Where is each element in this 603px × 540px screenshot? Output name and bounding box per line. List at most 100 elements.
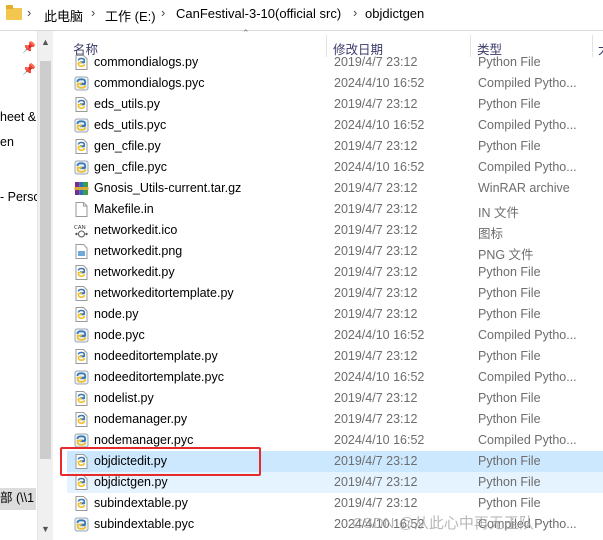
file-date: 2019/4/7 23:12 (334, 244, 418, 258)
ico-file-icon: CAN (74, 223, 89, 238)
file-name: nodelist.py (94, 391, 154, 405)
python-file-icon (74, 286, 89, 301)
file-name: nodeeditortemplate.pyc (94, 370, 224, 384)
file-date: 2024/4/10 16:52 (334, 370, 425, 384)
file-date: 2019/4/7 23:12 (334, 97, 418, 111)
file-type: Compiled Pytho... (478, 328, 577, 342)
file-type: Python File (478, 454, 541, 468)
file-row[interactable]: nodelist.py 2019/4/7 23:12 Python File (67, 388, 603, 409)
file-row[interactable]: node.pyc 2024/4/10 16:52 Compiled Pytho... (67, 325, 603, 346)
breadcrumb-drive[interactable]: 工作 (E:) (105, 6, 156, 25)
sort-ascending-icon: ⌃ (242, 28, 250, 38)
file-name: nodemanager.py (94, 412, 188, 426)
file-row[interactable]: eds_utils.py 2019/4/7 23:12 Python File (67, 94, 603, 115)
file-name: nodeeditortemplate.py (94, 349, 218, 363)
file-date: 2019/4/7 23:12 (334, 454, 418, 468)
python-file-icon (74, 475, 89, 490)
file-date: 2024/4/10 16:52 (334, 160, 425, 174)
file-date: 2024/4/10 16:52 (334, 118, 425, 132)
file-name: commondialogs.pyc (94, 76, 205, 90)
file-type: Compiled Pytho... (478, 118, 577, 132)
file-name: eds_utils.py (94, 97, 161, 111)
python-file-icon (74, 139, 89, 154)
file-name: networkedit.py (94, 265, 175, 279)
file-row[interactable]: networkedit.py 2019/4/7 23:12 Python File (67, 262, 603, 283)
file-date: 2019/4/7 23:12 (334, 412, 418, 426)
file-row[interactable]: Makefile.in 2019/4/7 23:12 IN 文件 (67, 199, 603, 220)
nav-scrollbar[interactable]: ▲ ▼ (37, 31, 53, 540)
compiled-python-icon (74, 517, 89, 532)
nav-item[interactable]: en (0, 135, 14, 149)
file-row[interactable]: CAN networkedit.ico 2019/4/7 23:12 图标 (67, 220, 603, 241)
file-name: nodemanager.pyc (94, 433, 194, 447)
nav-item[interactable]: - Perso (0, 190, 40, 204)
compiled-python-icon (74, 370, 89, 385)
file-name: networkedit.png (94, 244, 183, 258)
file-type: WinRAR archive (478, 181, 570, 195)
file-date: 2019/4/7 23:12 (334, 202, 418, 216)
compiled-python-icon (74, 160, 89, 175)
file-type: Python File (478, 412, 541, 426)
file-name: subindextable.pyc (94, 517, 195, 531)
file-type: Python File (478, 97, 541, 111)
file-type: Python File (478, 475, 541, 489)
file-type: Python File (478, 286, 541, 300)
file-date: 2019/4/7 23:12 (334, 496, 418, 510)
file-row[interactable]: nodeeditortemplate.py 2019/4/7 23:12 Pytho… (67, 346, 603, 367)
file-name: Gnosis_Utils-current.tar.gz (94, 181, 242, 195)
scroll-down-icon[interactable]: ▼ (41, 524, 50, 534)
breadcrumb-separator-icon: › (353, 5, 358, 20)
file-date: 2019/4/7 23:12 (334, 475, 418, 489)
file-name: objdictgen.py (94, 475, 168, 489)
pin-icon[interactable]: 📌 (22, 63, 36, 76)
breadcrumb-separator-icon: › (91, 5, 96, 20)
file-row[interactable]: gen_cfile.pyc 2024/4/10 16:52 Compiled Pyt… (67, 157, 603, 178)
file-type: Compiled Pytho... (478, 160, 577, 174)
file-type: IN 文件 (478, 206, 519, 220)
file-row[interactable]: node.py 2019/4/7 23:12 Python File (67, 304, 603, 325)
pin-icon[interactable]: 📌 (22, 41, 36, 54)
file-type: Compiled Pytho... (478, 433, 577, 447)
file-row[interactable]: Gnosis_Utils-current.tar.gz 2019/4/7 23:1… (67, 178, 603, 199)
watermark: CSDN @从此心中再无玉队 (352, 515, 534, 532)
scroll-up-icon[interactable]: ▲ (41, 37, 50, 47)
python-file-icon (74, 97, 89, 112)
python-file-icon (74, 349, 89, 364)
file-row[interactable]: commondialogs.pyc 2024/4/10 16:52 Compiled… (67, 73, 603, 94)
breadcrumb-objdictgen[interactable]: objdictgen (365, 6, 424, 21)
nav-item[interactable]: heet & (0, 110, 36, 124)
python-file-icon (74, 391, 89, 406)
file-row[interactable]: nodemanager.py 2019/4/7 23:12 Python File (67, 409, 603, 430)
file-name: subindextable.py (94, 496, 188, 510)
winrar-archive-icon (74, 181, 89, 196)
compiled-python-icon (74, 328, 89, 343)
file-date: 2019/4/7 23:12 (334, 265, 418, 279)
svg-text:CAN: CAN (74, 225, 86, 231)
file-row[interactable]: eds_utils.pyc 2024/4/10 16:52 Compiled Pyt… (67, 115, 603, 136)
file-row[interactable]: nodeeditortemplate.pyc 2024/4/10 16:52 Com… (67, 367, 603, 388)
file-type: Compiled Pytho... (478, 76, 577, 90)
file-type: Python File (478, 391, 541, 405)
file-date: 2019/4/7 23:12 (334, 181, 418, 195)
file-name: Makefile.in (94, 202, 154, 216)
python-file-icon (74, 265, 89, 280)
file-date: 2024/4/10 16:52 (334, 328, 425, 342)
breadcrumb-canfestival[interactable]: CanFestival-3-10(official src) (176, 6, 341, 21)
address-bar[interactable]: › 此电脑 › 工作 (E:) › CanFestival-3-10(offic… (0, 0, 603, 31)
breadcrumb-this-pc[interactable]: 此电脑 (44, 6, 83, 25)
folder-icon (6, 5, 22, 20)
file-type: Python File (478, 307, 541, 321)
file-type: Python File (478, 349, 541, 363)
scrollbar-thumb[interactable] (40, 61, 51, 459)
file-date: 2019/4/7 23:12 (334, 223, 418, 237)
file-row[interactable]: networkeditortemplate.py 2019/4/7 23:12 Py… (67, 283, 603, 304)
file-row[interactable]: commondialogs.py 2019/4/7 23:12 Python Fil… (67, 52, 603, 73)
file-name: node.pyc (94, 328, 145, 342)
file-type: PNG 文件 (478, 248, 534, 262)
file-row[interactable]: networkedit.png 2019/4/7 23:12 PNG 文件 (67, 241, 603, 262)
file-type: Python File (478, 496, 541, 510)
file-name: networkeditortemplate.py (94, 286, 234, 300)
nav-item[interactable]: 部 (\\1 (0, 487, 34, 506)
file-row[interactable]: gen_cfile.py 2019/4/7 23:12 Python File (67, 136, 603, 157)
file-row[interactable]: subindextable.py 2019/4/7 23:12 Python Fil… (67, 493, 603, 514)
